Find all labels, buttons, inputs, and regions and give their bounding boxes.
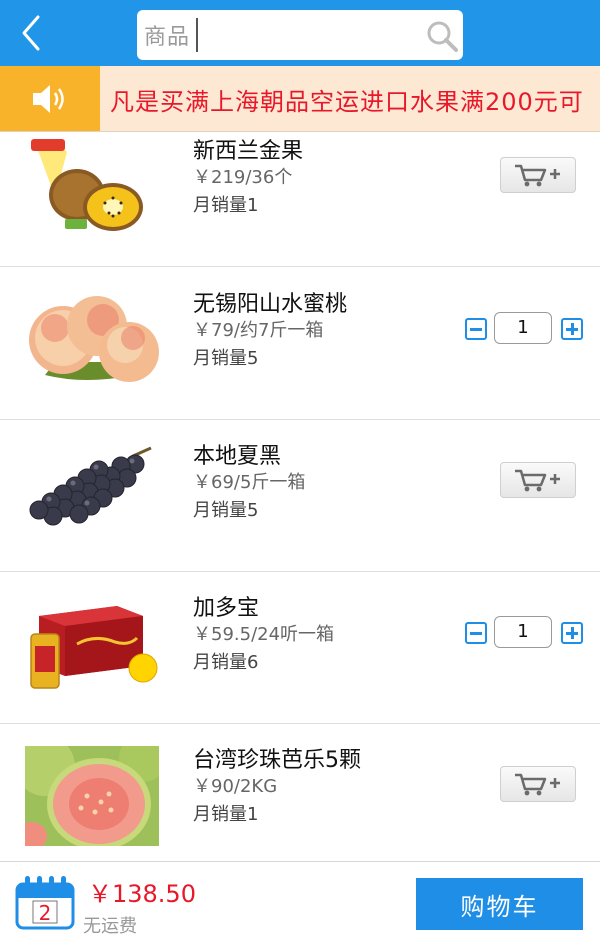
product-price: ￥59.5/24听一箱 — [193, 624, 335, 645]
back-button[interactable] — [6, 8, 56, 58]
shopping-cart-button[interactable]: 购物车 — [416, 878, 583, 930]
add-to-cart-button[interactable] — [500, 766, 576, 802]
product-item[interactable]: 新西兰金果 ￥219/36个 月销量1 — [0, 133, 600, 267]
cart-plus-icon — [515, 773, 560, 796]
product-image-guava — [25, 746, 159, 846]
decrease-quantity-button[interactable] — [465, 318, 487, 340]
increase-quantity-button[interactable] — [561, 318, 583, 340]
search-placeholder: 商品 — [144, 25, 191, 50]
quantity-input[interactable]: 1 — [494, 312, 552, 344]
notice-bar: 凡是买满上海朝品空运进口水果满200元可 — [0, 66, 600, 132]
product-item[interactable]: 本地夏黑 ￥69/5斤一箱 月销量5 — [0, 420, 600, 572]
plus-icon — [566, 627, 578, 639]
total-price: ￥138.50 — [88, 880, 196, 908]
cart-count: 2 — [38, 901, 52, 925]
product-sales: 月销量1 — [193, 804, 259, 825]
search-field[interactable]: 商品 — [137, 10, 463, 60]
product-price: ￥79/约7斤一箱 — [193, 320, 324, 341]
product-image-grapes — [25, 442, 159, 542]
add-to-cart-button[interactable] — [500, 157, 576, 193]
minus-icon — [470, 631, 482, 635]
product-item[interactable]: 加多宝 ￥59.5/24听一箱 月销量6 1 — [0, 572, 600, 724]
speaker-badge — [0, 66, 100, 131]
notice-text[interactable]: 凡是买满上海朝品空运进口水果满200元可 — [110, 82, 584, 117]
checkout-bar: 2 ￥138.50 无运费 购物车 — [0, 861, 600, 942]
minus-icon — [470, 327, 482, 331]
product-name[interactable]: 本地夏黑 — [193, 438, 281, 470]
product-sales: 月销量1 — [193, 195, 259, 216]
magnifier-icon[interactable] — [425, 19, 459, 53]
plus-icon — [566, 323, 578, 335]
product-name[interactable]: 台湾珍珠芭乐5颗 — [193, 742, 361, 774]
product-sales: 月销量6 — [193, 652, 259, 673]
chevron-left-icon — [22, 15, 40, 51]
product-sales: 月销量5 — [193, 348, 259, 369]
product-sales: 月销量5 — [193, 500, 259, 521]
product-name[interactable]: 新西兰金果 — [193, 133, 303, 165]
product-image-kiwi — [25, 137, 159, 237]
product-price: ￥69/5斤一箱 — [193, 472, 306, 493]
increase-quantity-button[interactable] — [561, 622, 583, 644]
cart-plus-icon — [515, 469, 560, 492]
product-name[interactable]: 加多宝 — [193, 590, 259, 622]
product-list[interactable]: 新西兰金果 ￥219/36个 月销量1 无锡阳山水蜜桃 ￥79/约7斤一箱 月销… — [0, 133, 600, 861]
speaker-icon — [33, 85, 64, 113]
product-name[interactable]: 无锡阳山水蜜桃 — [193, 286, 347, 318]
decrease-quantity-button[interactable] — [465, 622, 487, 644]
top-bar: 商品 — [0, 0, 600, 66]
product-image-jiaduobao — [25, 594, 159, 694]
cart-plus-icon — [515, 164, 560, 187]
add-to-cart-button[interactable] — [500, 462, 576, 498]
product-price: ￥219/36个 — [193, 167, 293, 188]
shipping-note: 无运费 — [83, 916, 137, 937]
product-price: ￥90/2KG — [193, 776, 278, 797]
quantity-input[interactable]: 1 — [494, 616, 552, 648]
text-cursor — [196, 18, 199, 52]
product-image-peach — [25, 290, 159, 390]
product-item[interactable]: 无锡阳山水蜜桃 ￥79/约7斤一箱 月销量5 1 — [0, 268, 600, 420]
product-item[interactable]: 台湾珍珠芭乐5颗 ￥90/2KG 月销量1 — [0, 724, 600, 861]
